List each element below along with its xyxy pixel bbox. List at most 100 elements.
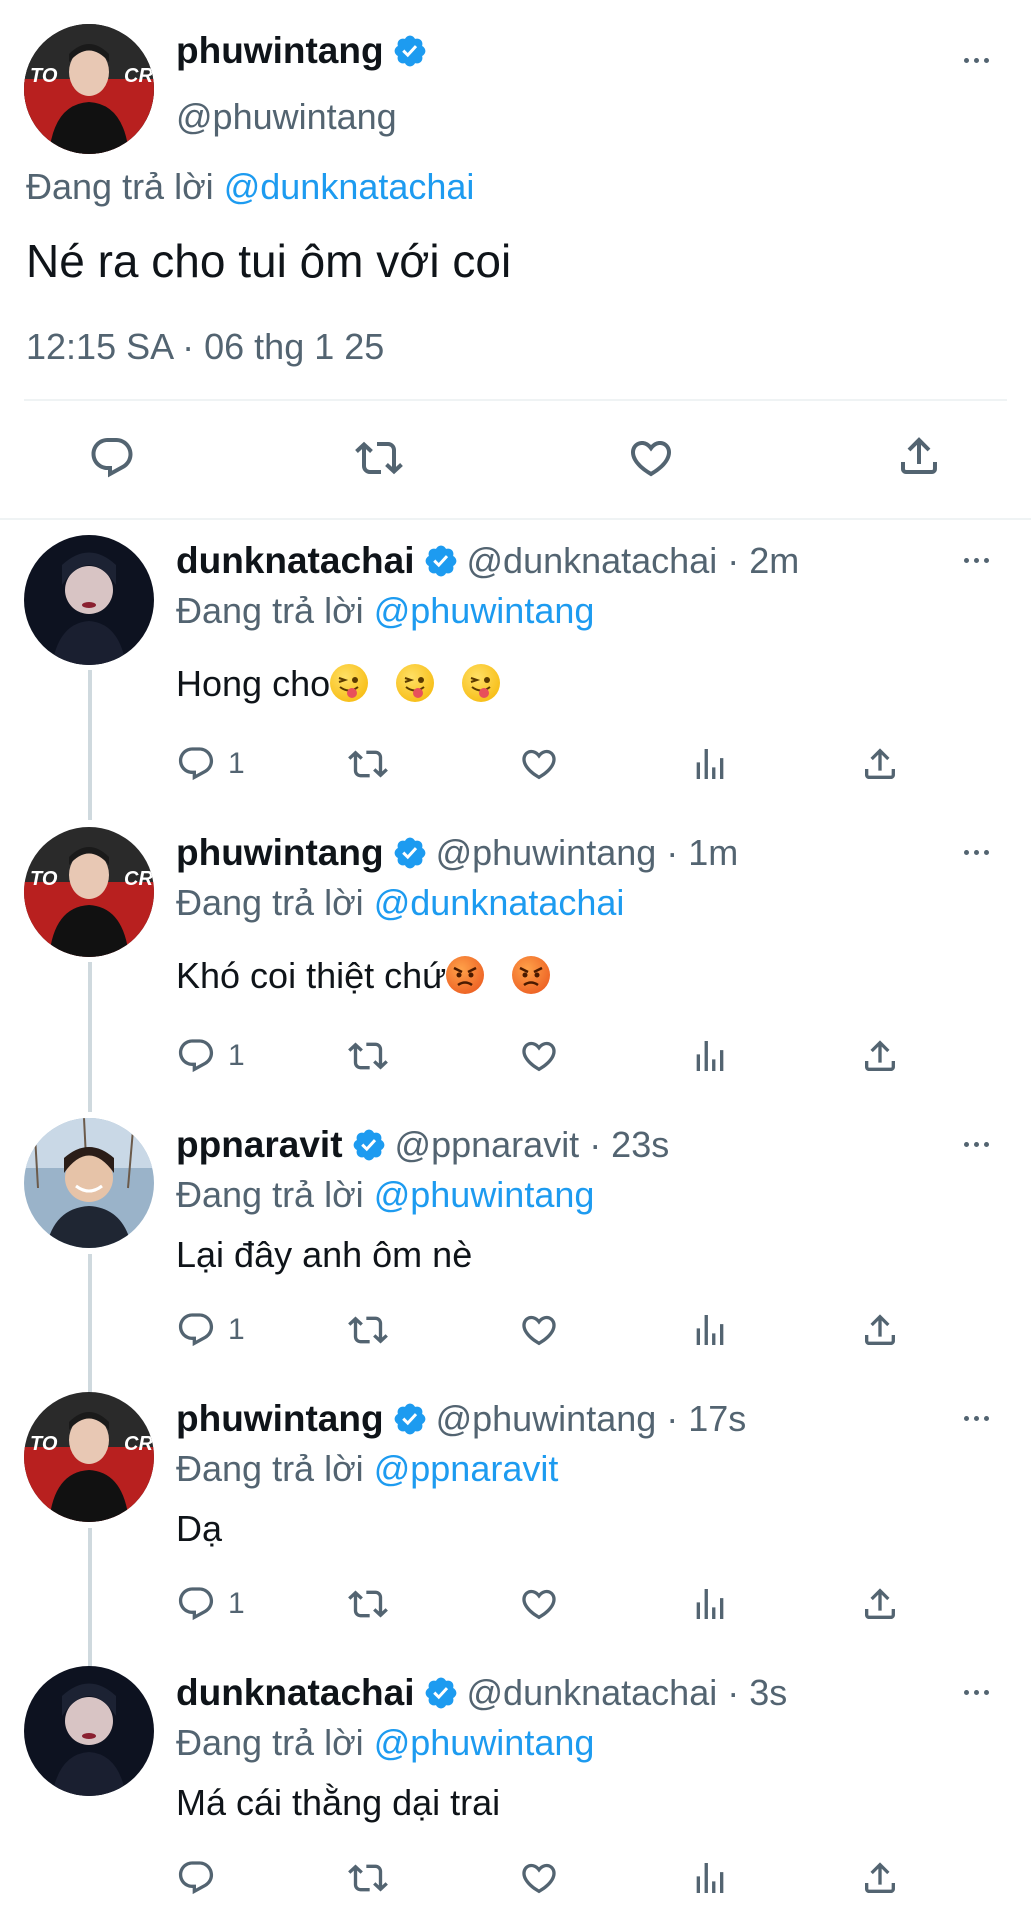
views-button[interactable]	[690, 1858, 730, 1898]
more-icon[interactable]	[964, 1142, 989, 1147]
reply-prefix: Đang trả lời	[26, 166, 214, 207]
reply-button[interactable]	[88, 434, 136, 482]
author-handle-time[interactable]: @phuwintang · 17s	[436, 1398, 747, 1440]
share-icon	[865, 1862, 895, 1893]
retweet-button[interactable]	[346, 1310, 390, 1350]
author-handle-time[interactable]: @dunknatachai · 3s	[467, 1672, 788, 1714]
tweet-timestamp[interactable]: 12:15 SA · 06 thg 1 25	[26, 326, 384, 368]
reply-prefix: Đang trả lời	[176, 882, 364, 923]
avatar[interactable]: TO CR	[24, 1392, 154, 1522]
verified-badge-icon	[394, 1403, 425, 1435]
author-name[interactable]: dunknatachai	[176, 540, 415, 582]
reply-prefix: Đang trả lời	[176, 1448, 364, 1489]
reply-icon	[178, 1039, 214, 1073]
views-button[interactable]	[690, 744, 730, 784]
retweet-icon	[348, 1316, 388, 1344]
tweet-text: Lại đây anh ôm nè	[176, 1234, 473, 1275]
author-name[interactable]: phuwintang	[176, 30, 384, 72]
angry-face-emoji	[446, 956, 485, 994]
like-icon	[522, 1041, 556, 1072]
divider	[0, 518, 1031, 520]
like-button[interactable]	[518, 744, 560, 784]
thread-line	[88, 962, 92, 1112]
views-button[interactable]	[690, 1310, 730, 1350]
share-button[interactable]	[860, 1858, 900, 1898]
avatar[interactable]	[24, 535, 154, 665]
reply-button[interactable]	[176, 1858, 228, 1898]
retweet-button[interactable]	[353, 434, 405, 482]
retweet-icon	[348, 1590, 388, 1618]
views-icon	[696, 749, 724, 779]
reply-button[interactable]: 1	[176, 1584, 245, 1624]
reply-count: 1	[228, 1039, 245, 1072]
share-button[interactable]	[860, 1310, 900, 1350]
like-icon	[522, 1315, 556, 1346]
avatar[interactable]: TO CR	[24, 24, 154, 154]
retweet-button[interactable]	[346, 1584, 390, 1624]
reply-to-link[interactable]: @phuwintang	[374, 1174, 595, 1215]
avatar[interactable]	[24, 1666, 154, 1796]
reply-to-link[interactable]: @dunknatachai	[224, 166, 475, 207]
svg-text:TO: TO	[30, 65, 58, 87]
reply-to-link[interactable]: @phuwintang	[374, 1722, 595, 1763]
reply-button[interactable]: 1	[176, 1036, 245, 1076]
like-button[interactable]	[518, 1858, 560, 1898]
share-button[interactable]	[860, 1036, 900, 1076]
reply-to-link[interactable]: @phuwintang	[374, 590, 595, 631]
reply-icon	[178, 747, 214, 781]
retweet-button[interactable]	[346, 1036, 390, 1076]
tweet-text: Hong cho	[176, 663, 331, 704]
share-button[interactable]	[895, 432, 943, 480]
views-button[interactable]	[690, 1584, 730, 1624]
like-button[interactable]	[518, 1310, 560, 1350]
reply-count: 1	[228, 747, 245, 780]
squinting-tongue-emoji	[396, 664, 435, 702]
more-icon[interactable]	[964, 58, 989, 63]
reply-to-link[interactable]: @dunknatachai	[374, 882, 625, 923]
like-button[interactable]	[518, 1036, 560, 1076]
angry-face-emoji	[512, 956, 551, 994]
author-name[interactable]: phuwintang	[176, 1398, 384, 1440]
like-button[interactable]	[626, 434, 676, 482]
verified-badge-icon	[425, 545, 456, 577]
views-icon	[696, 1315, 724, 1345]
like-button[interactable]	[518, 1584, 560, 1624]
tweet-text: Né ra cho tui ôm với coi	[26, 235, 512, 287]
more-icon[interactable]	[964, 558, 989, 563]
reply-to-link[interactable]: @ppnaravit	[374, 1448, 559, 1489]
author-name[interactable]: phuwintang	[176, 832, 384, 874]
verified-badge-icon	[425, 1677, 456, 1709]
more-icon[interactable]	[964, 1690, 989, 1695]
author-name[interactable]: ppnaravit	[176, 1124, 343, 1166]
reply-icon	[91, 438, 133, 478]
author-handle[interactable]: @phuwintang	[176, 96, 397, 138]
retweet-button[interactable]	[346, 744, 390, 784]
reply-prefix: Đang trả lời	[176, 1174, 364, 1215]
author-handle-time[interactable]: @ppnaravit · 23s	[395, 1124, 670, 1166]
retweet-icon	[355, 441, 403, 475]
avatar[interactable]	[24, 1118, 154, 1248]
avatar[interactable]: TO CR	[24, 827, 154, 957]
svg-text:CR: CR	[124, 1433, 153, 1455]
author-name[interactable]: dunknatachai	[176, 1672, 415, 1714]
share-icon	[865, 1040, 895, 1071]
reply-button[interactable]: 1	[176, 744, 245, 784]
share-button[interactable]	[860, 1584, 900, 1624]
author-handle-time[interactable]: @phuwintang · 1m	[436, 832, 739, 874]
reply-count: 1	[228, 1587, 245, 1620]
views-icon	[696, 1863, 724, 1893]
retweet-button[interactable]	[346, 1858, 390, 1898]
author-handle-time[interactable]: @dunknatachai · 2m	[467, 540, 800, 582]
reply-icon	[178, 1313, 214, 1347]
more-icon[interactable]	[964, 1416, 989, 1421]
more-icon[interactable]	[964, 850, 989, 855]
reply-prefix: Đang trả lời	[176, 1722, 364, 1763]
share-button[interactable]	[860, 744, 900, 784]
divider	[24, 399, 1007, 401]
views-button[interactable]	[690, 1036, 730, 1076]
squinting-tongue-emoji	[330, 664, 369, 702]
tweet-text: Khó coi thiệt chứ	[176, 955, 447, 996]
like-icon	[630, 441, 672, 477]
svg-text:CR: CR	[124, 868, 153, 890]
reply-button[interactable]: 1	[176, 1310, 245, 1350]
